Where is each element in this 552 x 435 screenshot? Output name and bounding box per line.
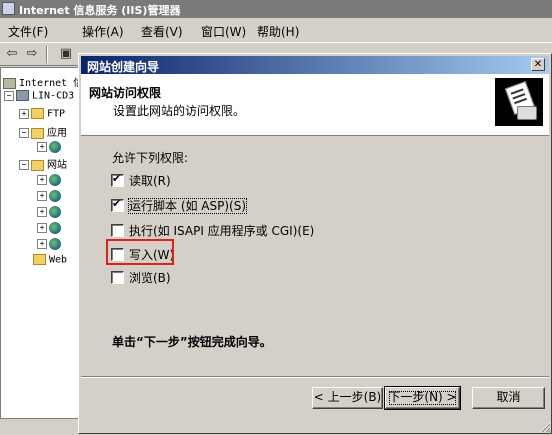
expand-icon[interactable]: + — [37, 223, 47, 233]
wizard-document-icon — [495, 78, 543, 126]
menu-window[interactable]: 窗口(W) — [201, 23, 246, 40]
back-arrow-icon[interactable]: ⇦ — [4, 46, 20, 62]
permission-run-scripts[interactable]: 运行脚本 (如 ASP)(S) — [111, 197, 248, 214]
collapse-icon[interactable]: − — [4, 90, 14, 101]
collapse-icon[interactable]: − — [19, 128, 29, 138]
cancel-button[interactable]: 取消 — [472, 387, 545, 409]
tree-item-site[interactable]: + — [37, 190, 64, 202]
permission-label: 读取(R) — [129, 174, 171, 188]
window-title: Internet 信息服务 (IIS)管理器 — [19, 4, 181, 17]
folder-icon — [33, 254, 46, 265]
permission-read[interactable]: 读取(R) — [111, 172, 171, 189]
back-button[interactable]: < 上一步(B) — [312, 387, 383, 409]
expand-icon[interactable]: + — [19, 108, 29, 119]
tree-item-site[interactable]: + — [37, 206, 64, 218]
website-wizard-dialog: 网站创建向导 ✕ 网站访问权限 设置此网站的访问权限。 允许下列权限: 读取(R… — [78, 53, 552, 434]
menu-view[interactable]: 查看(V) — [141, 23, 183, 40]
folder-icon — [31, 159, 44, 171]
expand-icon[interactable]: + — [37, 207, 47, 217]
dialog-title-bar: 网站创建向导 ✕ — [81, 56, 549, 74]
close-icon[interactable]: ✕ — [531, 58, 545, 71]
run-scripts-checkbox[interactable] — [111, 197, 124, 212]
forward-arrow-icon[interactable]: ⇨ — [24, 46, 40, 62]
header-subtitle: 设置此网站的访问权限。 — [113, 104, 246, 118]
tree-item-label: Internet 信 — [19, 78, 81, 89]
tree-item-ftp[interactable]: + FTP — [19, 108, 65, 120]
read-checkbox[interactable] — [111, 172, 124, 187]
expand-icon[interactable]: + — [37, 191, 47, 201]
permissions-intro: 允许下列权限: — [112, 151, 189, 165]
dialog-title: 网站创建向导 — [87, 60, 160, 74]
permission-label: 浏览(B) — [129, 271, 171, 285]
write-highlight-box — [106, 239, 174, 265]
expand-icon[interactable]: + — [37, 142, 47, 152]
iis-app-icon — [2, 2, 15, 15]
browse-checkbox[interactable] — [111, 271, 124, 284]
permission-execute[interactable]: 执行(如 ISAPI 应用程序或 CGI)(E) — [111, 222, 314, 239]
folder-icon — [31, 108, 44, 119]
server-icon — [16, 90, 29, 101]
expand-icon[interactable]: + — [37, 175, 47, 185]
tree-item-webext[interactable]: Web — [33, 254, 67, 266]
tree-item-label: 应用 — [47, 128, 67, 139]
permission-label: 运行脚本 (如 ASP)(S) — [127, 198, 248, 214]
up-folder-icon[interactable]: ▣ — [58, 46, 74, 62]
tree-item-apppool-child[interactable]: + — [37, 141, 64, 153]
tree-item-websites[interactable]: − 网站 — [19, 156, 67, 171]
resize-grip-icon[interactable] — [539, 421, 551, 433]
button-divider — [81, 376, 549, 378]
menu-action[interactable]: 操作(A) — [82, 23, 124, 40]
tree-item-label: LIN-CD3 — [32, 90, 75, 102]
tree-item-apppools[interactable]: − 应用 — [19, 124, 67, 139]
tree-item-root[interactable]: Internet 信 — [3, 74, 81, 89]
toolbar-separator — [46, 46, 48, 63]
status-bar — [0, 418, 80, 435]
tree-item-server[interactable]: − LIN-CD3 — [4, 90, 74, 102]
permission-browse[interactable]: 浏览(B) — [111, 269, 171, 286]
tree-item-label: FTP — [47, 108, 66, 120]
next-button-label: 下一步(N) > — [386, 388, 459, 408]
tree-item-label: 网站 — [47, 160, 67, 171]
menu-bar: 文件(F) 操作(A) 查看(V) 窗口(W) 帮助(H) — [0, 18, 552, 42]
globe-icon — [49, 190, 61, 202]
globe-icon — [49, 222, 61, 234]
tree-item-label: Web — [49, 254, 68, 266]
menu-help[interactable]: 帮助(H) — [257, 23, 299, 40]
document-disc-shape — [517, 106, 537, 120]
tree-item-site[interactable]: + — [37, 174, 64, 186]
finish-note: 单击“下一步”按钮完成向导。 — [112, 335, 272, 349]
folder-icon — [31, 127, 44, 139]
globe-icon — [49, 174, 61, 186]
tree-item-site[interactable]: + — [37, 238, 64, 250]
tree-item-site[interactable]: + — [37, 222, 64, 234]
wizard-header: 网站访问权限 设置此网站的访问权限。 — [81, 74, 549, 136]
header-title: 网站访问权限 — [89, 86, 162, 100]
execute-checkbox[interactable] — [111, 224, 124, 237]
expand-icon[interactable]: + — [37, 239, 47, 249]
menu-file[interactable]: 文件(F) — [8, 23, 48, 40]
gear-icon — [49, 141, 61, 153]
permission-label: 执行(如 ISAPI 应用程序或 CGI)(E) — [129, 224, 315, 238]
globe-icon — [49, 206, 61, 218]
globe-icon — [49, 238, 61, 250]
window-title-bar: Internet 信息服务 (IIS)管理器 — [0, 0, 552, 18]
tree-pane: Internet 信 − LIN-CD3 + FTP − 应用 + − 网站 + + +… — [0, 67, 81, 419]
pc-icon — [3, 77, 16, 89]
next-button[interactable]: 下一步(N) > — [384, 386, 461, 410]
collapse-icon[interactable]: − — [19, 160, 29, 170]
